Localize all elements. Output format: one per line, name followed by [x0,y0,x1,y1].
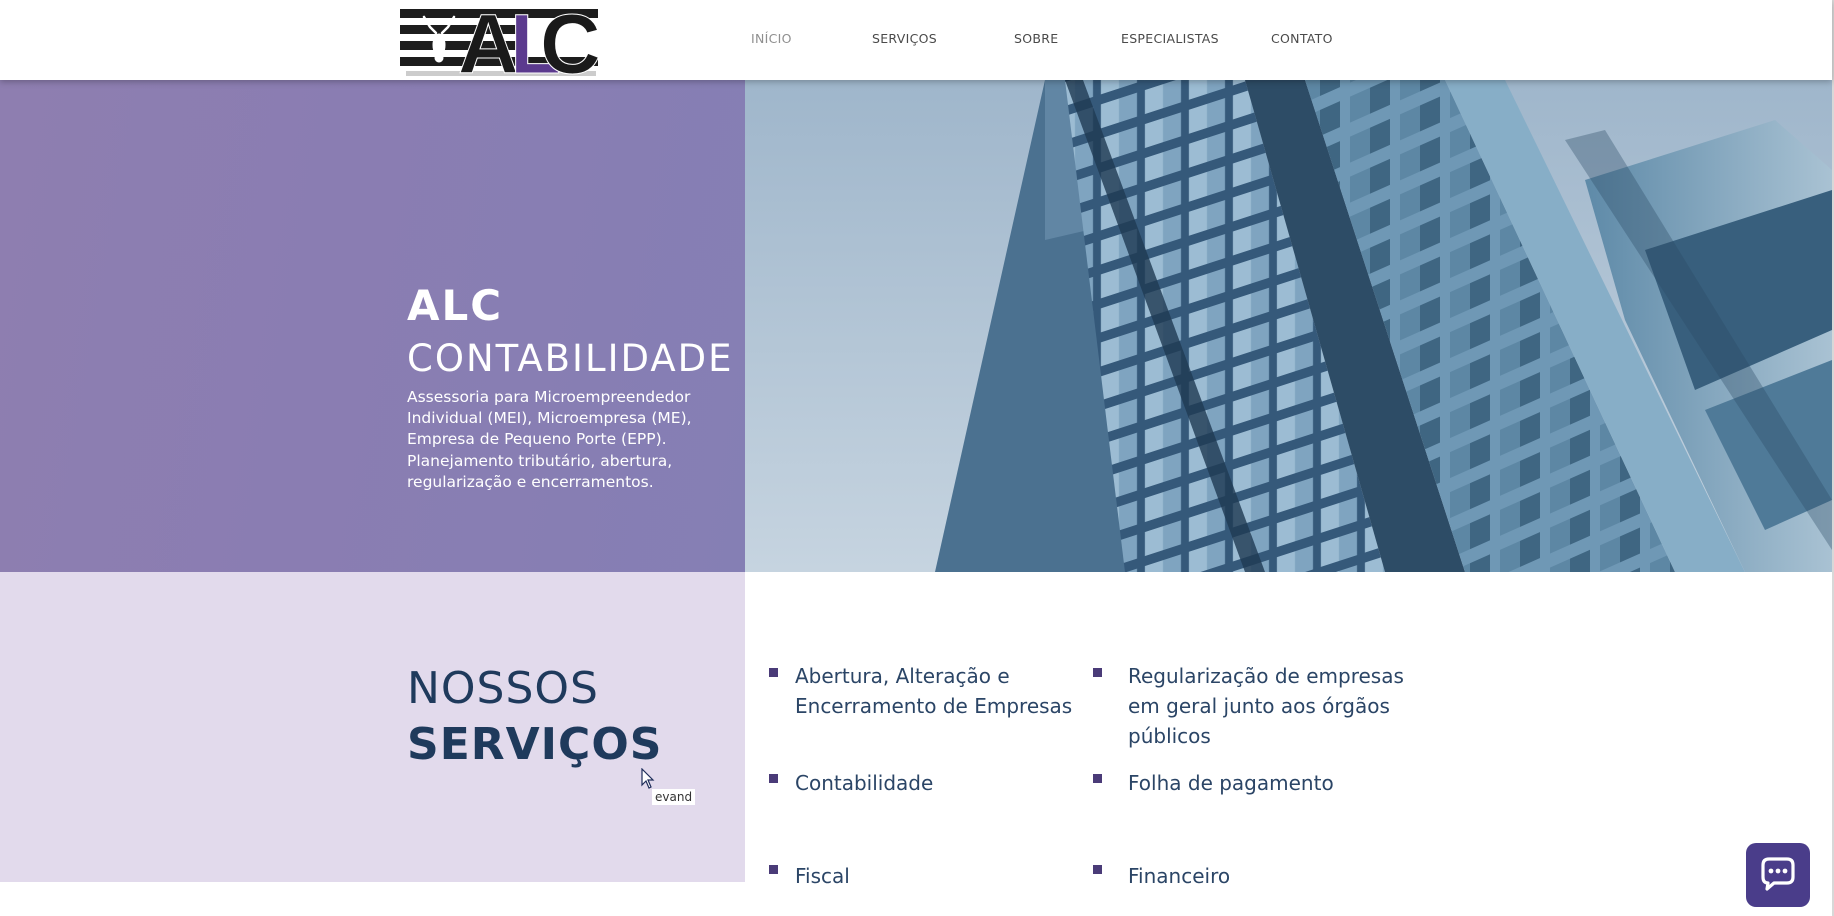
bullet-icon [1093,774,1102,783]
chat-button[interactable] [1746,843,1810,907]
main-nav: INÍCIO SERVIÇOS SOBRE ESPECIALISTAS CONT… [0,0,1832,80]
service-item: Financeiro [1128,864,1231,888]
nav-item-sobre[interactable]: SOBRE [1014,31,1058,46]
nav-item-servicos[interactable]: SERVIÇOS [872,31,937,46]
service-item: Fiscal [795,864,850,888]
bullet-icon [769,774,778,783]
service-item: Folha de pagamento [1128,771,1334,795]
building-photo [745,80,1832,572]
chat-bubble-icon [1761,857,1795,891]
bullet-icon [769,865,778,874]
service-item: Regularização de empresas em geral junto… [1128,664,1404,748]
services-heading-line2: SERVIÇOS [407,719,663,770]
mouse-pointer-icon [641,768,655,789]
bullet-icon [1093,668,1102,677]
bullet-icon [1093,865,1102,874]
site-header: A L C INÍCIO SERVIÇOS SOBRE ESPECIALISTA… [0,0,1832,80]
nav-item-contato[interactable]: CONTATO [1271,31,1333,46]
bullet-icon [769,668,778,677]
service-item: Contabilidade [795,771,934,795]
hero-description: Assessoria para Microempreendedor Indivi… [407,388,692,491]
services-heading-line1: NOSSOS [407,663,599,714]
nav-item-inicio[interactable]: INÍCIO [751,31,792,46]
tooltip: evand [652,789,696,805]
hero-building-image [745,80,1832,572]
hero-panel [0,80,745,572]
hero-title: ALC [407,281,504,330]
hero-subtitle: CONTABILIDADE [407,337,734,380]
service-item: Abertura, Alteração e Encerramento de Em… [795,664,1073,718]
nav-item-especialistas[interactable]: ESPECIALISTAS [1121,31,1219,46]
